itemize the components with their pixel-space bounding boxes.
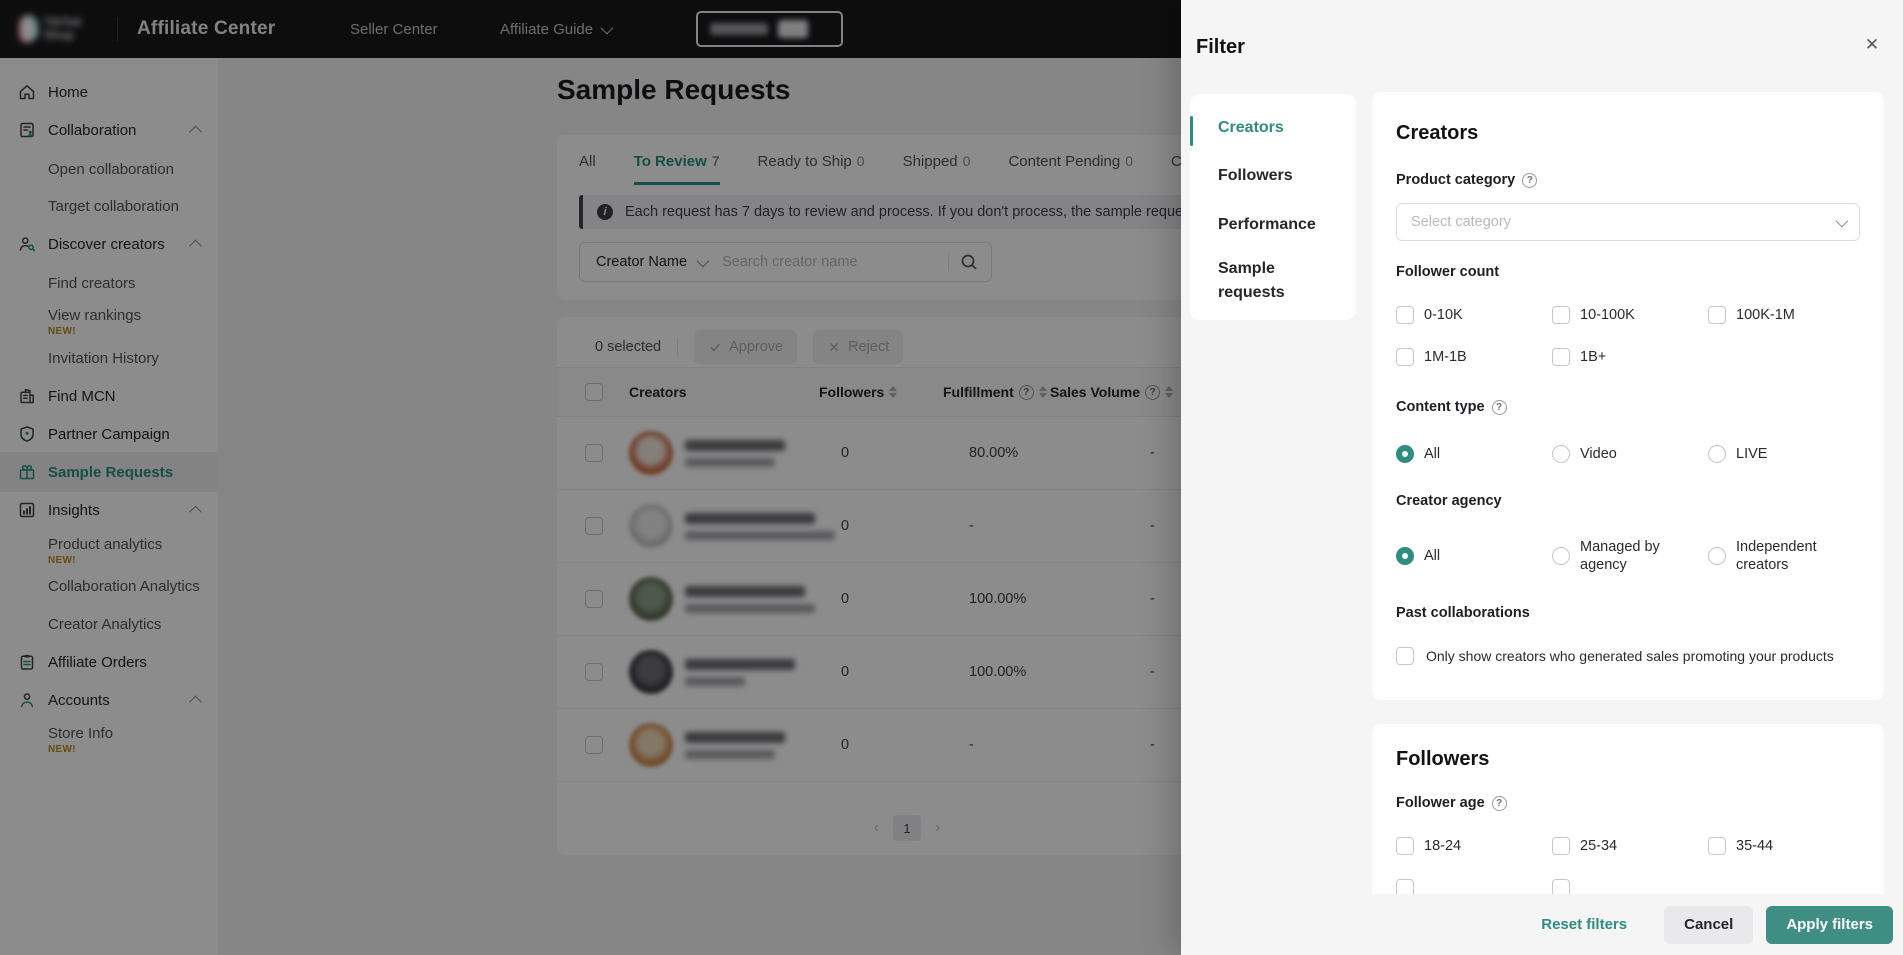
- option-label: 25-34: [1580, 837, 1617, 855]
- option-label: 10-100K: [1580, 306, 1635, 324]
- question-circle-icon[interactable]: ?: [1492, 796, 1507, 811]
- follower-count-options: 0-10K 10-100K 100K-1M 1M-1B 1B+: [1396, 294, 1864, 378]
- follower-count-option[interactable]: 0-10K: [1396, 294, 1552, 336]
- option-label: 1M-1B: [1424, 348, 1467, 366]
- checkbox-icon[interactable]: [1552, 348, 1570, 366]
- filter-panel-body: Creators Product category ? Select categ…: [1181, 0, 1903, 894]
- filter-section-creators: Creators Product category ? Select categ…: [1372, 92, 1884, 700]
- past-collaborations-label: Past collaborations: [1396, 605, 1530, 621]
- follower-age-label: Follower age ?: [1396, 795, 1507, 811]
- checkbox-icon[interactable]: [1396, 647, 1414, 665]
- follower-age-option[interactable]: 35-44: [1708, 825, 1864, 867]
- creator-agency-option[interactable]: Independent creators: [1708, 535, 1864, 577]
- radio-icon[interactable]: [1396, 445, 1414, 463]
- question-circle-icon[interactable]: ?: [1492, 400, 1507, 415]
- checkbox-icon[interactable]: [1552, 879, 1570, 894]
- content-type-option[interactable]: All: [1396, 433, 1552, 475]
- option-label: Video: [1580, 445, 1617, 463]
- option-label: 1B+: [1580, 348, 1606, 366]
- follower-age-option[interactable]: 18-24: [1396, 825, 1552, 867]
- content-type-option[interactable]: LIVE: [1708, 433, 1864, 475]
- past-collaborations-checkbox-label: Only show creators who generated sales p…: [1426, 648, 1834, 664]
- radio-icon[interactable]: [1552, 445, 1570, 463]
- followers-heading: Followers: [1396, 748, 1489, 771]
- follower-age-option[interactable]: 25-34: [1552, 825, 1708, 867]
- checkbox-icon[interactable]: [1552, 837, 1570, 855]
- radio-icon[interactable]: [1552, 547, 1570, 565]
- creator-agency-label-text: Creator agency: [1396, 493, 1502, 509]
- checkbox-icon[interactable]: [1396, 306, 1414, 324]
- affiliate-center-app: TikTok Shop Affiliate Center Seller Cent…: [0, 0, 1903, 955]
- option-label: Independent creators: [1736, 538, 1864, 574]
- option-label: Managed by agency: [1580, 538, 1708, 574]
- follower-count-option[interactable]: 100K-1M: [1708, 294, 1864, 336]
- follower-count-label: Follower count: [1396, 264, 1499, 280]
- checkbox-icon[interactable]: [1708, 837, 1726, 855]
- option-label: All: [1424, 445, 1440, 463]
- creator-agency-options: All Managed by agency Independent creators: [1396, 535, 1864, 577]
- option-label: 100K-1M: [1736, 306, 1795, 324]
- follower-age-label-text: Follower age: [1396, 795, 1485, 811]
- checkbox-icon[interactable]: [1396, 348, 1414, 366]
- radio-icon[interactable]: [1708, 547, 1726, 565]
- option-label: All: [1424, 547, 1440, 565]
- follower-count-option[interactable]: 1B+: [1552, 336, 1708, 378]
- option-label: 35-44: [1736, 837, 1773, 855]
- follower-count-option[interactable]: 10-100K: [1552, 294, 1708, 336]
- radio-icon[interactable]: [1708, 445, 1726, 463]
- option-label: 18-24: [1424, 837, 1461, 855]
- option-label: LIVE: [1736, 445, 1767, 463]
- content-type-label: Content type ?: [1396, 399, 1507, 415]
- creator-agency-label: Creator agency: [1396, 493, 1502, 509]
- product-category-label-text: Product category: [1396, 172, 1515, 188]
- follower-age-option-partial[interactable]: [1552, 867, 1708, 894]
- checkbox-icon[interactable]: [1396, 879, 1414, 894]
- radio-icon[interactable]: [1396, 547, 1414, 565]
- creators-heading: Creators: [1396, 122, 1478, 145]
- filter-footer: Reset filters Cancel Apply filters: [1181, 894, 1903, 955]
- cancel-button[interactable]: Cancel: [1664, 906, 1753, 944]
- select-placeholder: Select category: [1411, 214, 1836, 230]
- follower-count-option[interactable]: 1M-1B: [1396, 336, 1552, 378]
- creator-agency-option[interactable]: Managed by agency: [1552, 535, 1708, 577]
- past-collaborations-checkbox[interactable]: Only show creators who generated sales p…: [1396, 647, 1834, 665]
- question-circle-icon[interactable]: ?: [1522, 173, 1537, 188]
- past-collaborations-label-text: Past collaborations: [1396, 605, 1530, 621]
- filter-panel: Filter ✕ CreatorsFollowersPerformanceSam…: [1181, 0, 1903, 955]
- option-label: 0-10K: [1424, 306, 1463, 324]
- apply-filters-button[interactable]: Apply filters: [1766, 906, 1893, 944]
- filter-section-followers: Followers Follower age ? 18-24 25-34 35-44: [1372, 724, 1884, 894]
- content-type-options: All Video LIVE: [1396, 433, 1864, 475]
- content-type-label-text: Content type: [1396, 399, 1485, 415]
- checkbox-icon[interactable]: [1396, 837, 1414, 855]
- reset-filters-button[interactable]: Reset filters: [1541, 916, 1627, 933]
- follower-age-options: 18-24 25-34 35-44: [1396, 825, 1864, 894]
- follower-age-option-partial[interactable]: [1396, 867, 1552, 894]
- product-category-label: Product category ?: [1396, 172, 1537, 188]
- checkbox-icon[interactable]: [1708, 306, 1726, 324]
- checkbox-icon[interactable]: [1552, 306, 1570, 324]
- content-type-option[interactable]: Video: [1552, 433, 1708, 475]
- chevron-down-icon: [1836, 214, 1849, 227]
- follower-count-label-text: Follower count: [1396, 264, 1499, 280]
- product-category-select[interactable]: Select category: [1396, 203, 1860, 241]
- creator-agency-option[interactable]: All: [1396, 535, 1552, 577]
